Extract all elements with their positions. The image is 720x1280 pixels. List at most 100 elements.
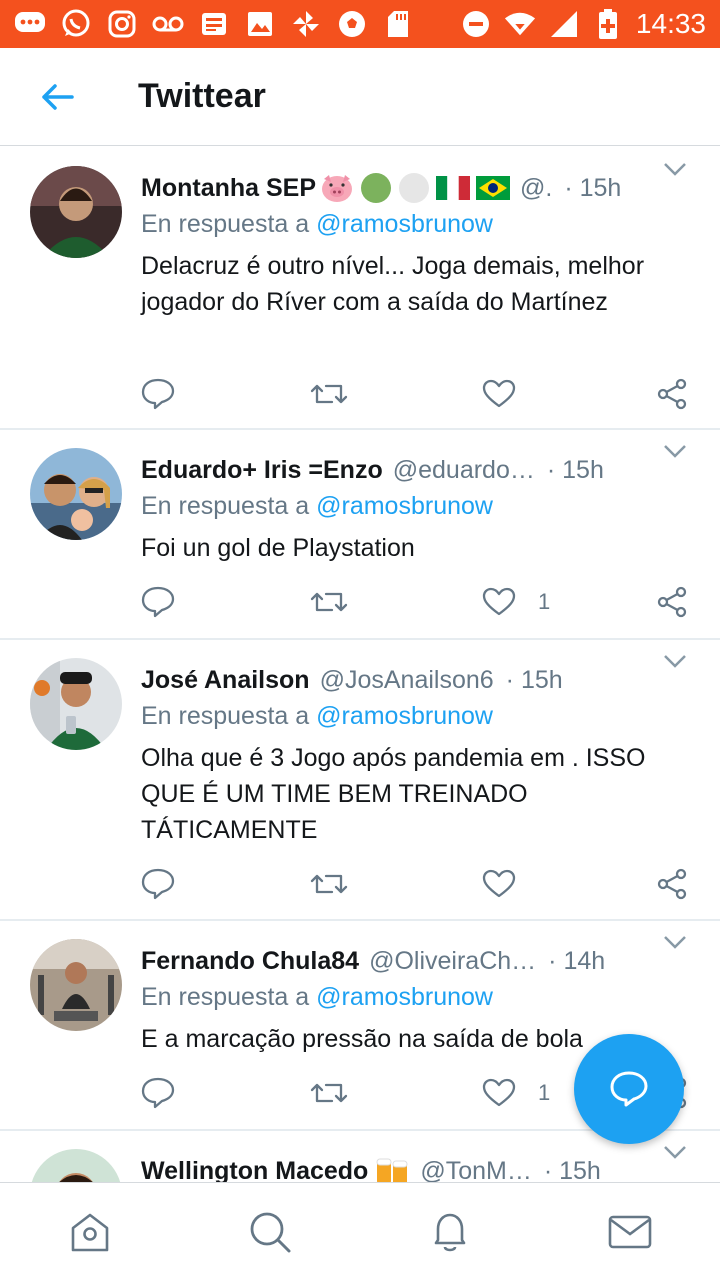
wifi-icon: [504, 8, 536, 40]
nav-home[interactable]: [65, 1207, 115, 1257]
reply-prefix: En respuesta a: [141, 210, 310, 238]
retweet-icon: [310, 384, 348, 404]
like-button[interactable]: 1: [482, 1073, 550, 1113]
author-name[interactable]: Eduardo+ Iris =Enzo: [141, 456, 383, 485]
avatar[interactable]: [30, 939, 122, 1031]
tweet-text: Delacruz é outro nível... Joga demais, m…: [141, 252, 645, 316]
pinwheel-icon: [290, 8, 322, 40]
tweet-options-button[interactable]: [660, 927, 690, 957]
chevron-down-icon: [664, 655, 686, 668]
share-icon: [657, 586, 687, 618]
chevron-down-icon: [664, 936, 686, 949]
status-bar: 14:33: [0, 0, 720, 48]
avatar[interactable]: [30, 166, 122, 258]
tweet-actions: [140, 374, 700, 414]
tweet-options-button[interactable]: [660, 646, 690, 676]
author-name[interactable]: José Anailson: [141, 666, 310, 695]
nav-notifications[interactable]: [425, 1207, 475, 1257]
heart-icon: [482, 587, 516, 616]
author-handle[interactable]: @.: [520, 174, 552, 203]
author-handle[interactable]: @OliveiraCh…: [369, 947, 536, 976]
tweet-options-button[interactable]: [660, 1137, 690, 1167]
author-name[interactable]: Wellington Macedo: [141, 1157, 368, 1183]
like-count: 1: [538, 1080, 551, 1105]
tweet-time: · 15h: [564, 173, 622, 202]
author-name[interactable]: Fernando Chula84: [141, 947, 359, 976]
clock: 14:33: [635, 8, 706, 39]
tweet-options-button[interactable]: [660, 154, 690, 184]
retweet-button[interactable]: [310, 1073, 348, 1113]
nav-search[interactable]: [245, 1207, 295, 1257]
reply-context: En respuesta a @ramosbrunow: [141, 983, 493, 1012]
tweet-time: · 15h: [543, 1156, 601, 1183]
beer-mugs-icon: [376, 1158, 408, 1182]
compose-reply-button[interactable]: [574, 1034, 684, 1144]
retweet-button[interactable]: [310, 582, 348, 622]
arrow-left-icon: [42, 83, 74, 110]
share-icon: [657, 378, 687, 410]
soccer-ball-icon: [336, 8, 368, 40]
like-button[interactable]: [482, 864, 538, 904]
white-circle-icon: [399, 173, 430, 203]
green-circle-icon: [361, 173, 392, 203]
author-handle[interactable]: @JosAnailson6: [320, 666, 494, 695]
tweet-time: · 15h: [546, 455, 604, 484]
tweet[interactable]: José Anailson @JosAnailson6 · 15h En res…: [0, 640, 720, 921]
tweet[interactable]: Montanha SEP @. · 15h En respuesta a @ra…: [0, 148, 720, 430]
battery-icon: [592, 8, 624, 40]
retweet-icon: [310, 1083, 348, 1103]
bottom-navigation: [0, 1182, 720, 1280]
share-button[interactable]: [656, 864, 688, 904]
reply-context: En respuesta a @ramosbrunow: [141, 492, 493, 521]
retweet-icon: [310, 874, 348, 894]
retweet-button[interactable]: [310, 374, 348, 414]
reply-icon: [141, 1077, 175, 1109]
reply-prefix: En respuesta a: [141, 702, 310, 730]
reply-mention-link[interactable]: @ramosbrunow: [316, 702, 493, 730]
reply-prefix: En respuesta a: [141, 983, 310, 1011]
reply-button[interactable]: [140, 582, 176, 622]
mail-icon: [608, 1215, 652, 1249]
page-title: Twittear: [138, 77, 266, 115]
reply-icon: [141, 378, 175, 410]
flag-italy-icon: [436, 176, 471, 200]
avatar[interactable]: [30, 658, 122, 750]
reply-button[interactable]: [140, 374, 176, 414]
reply-mention-link[interactable]: @ramosbrunow: [316, 210, 493, 238]
reply-mention-link[interactable]: @ramosbrunow: [316, 492, 493, 520]
tweet-options-button[interactable]: [660, 436, 690, 466]
name-emojis: [320, 172, 511, 204]
nav-messages[interactable]: [605, 1207, 655, 1257]
home-icon: [71, 1213, 109, 1252]
whatsapp-icon: [60, 8, 92, 40]
pig-face-icon: [322, 175, 353, 202]
tweet-time: · 15h: [505, 665, 563, 694]
chat-bubble-icon: [14, 8, 46, 40]
author-handle[interactable]: @TonM…: [420, 1157, 532, 1183]
reply-icon: [141, 868, 175, 900]
signal-icon: [548, 8, 580, 40]
retweet-button[interactable]: [310, 864, 348, 904]
bell-icon: [434, 1213, 466, 1252]
reply-mention-link[interactable]: @ramosbrunow: [316, 983, 493, 1011]
tweet-feed[interactable]: Montanha SEP @. · 15h En respuesta a @ra…: [0, 148, 720, 1182]
voicemail-icon: [152, 8, 184, 40]
chevron-down-icon: [664, 1146, 686, 1159]
tweet-actions: 1: [140, 582, 700, 622]
author-handle[interactable]: @eduardo…: [393, 456, 535, 485]
chevron-down-icon: [664, 445, 686, 458]
like-button[interactable]: 1: [482, 582, 550, 622]
like-button[interactable]: [482, 374, 538, 414]
instagram-icon: [106, 8, 138, 40]
avatar[interactable]: [30, 448, 122, 540]
reply-button[interactable]: [140, 1073, 176, 1113]
share-button[interactable]: [656, 374, 688, 414]
tweet[interactable]: Eduardo+ Iris =Enzo @eduardo… · 15h En r…: [0, 430, 720, 640]
author-name[interactable]: Montanha SEP: [141, 174, 316, 203]
reply-context: En respuesta a @ramosbrunow: [141, 702, 493, 731]
share-button[interactable]: [656, 582, 688, 622]
back-button[interactable]: [28, 67, 88, 127]
avatar[interactable]: [30, 1149, 122, 1182]
reply-button[interactable]: [140, 864, 176, 904]
image-icon: [244, 8, 276, 40]
